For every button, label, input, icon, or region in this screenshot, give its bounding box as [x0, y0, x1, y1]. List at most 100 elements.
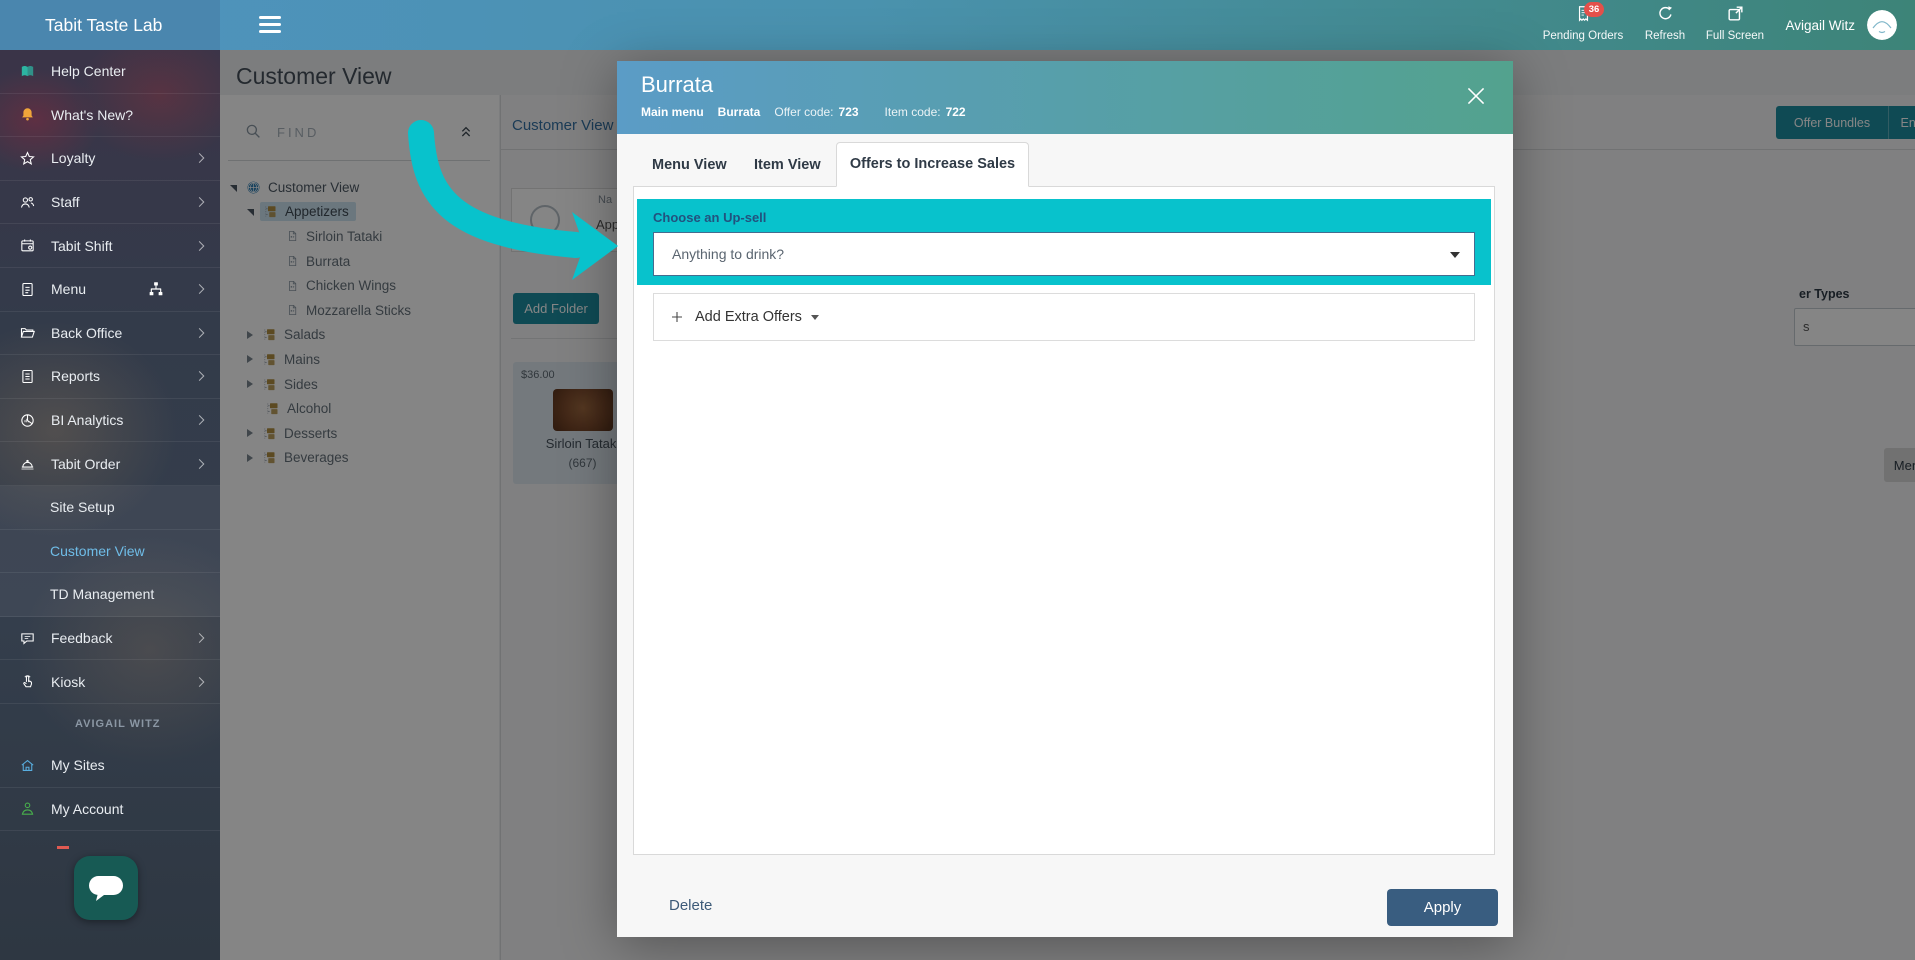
sidebar-item-label: My Account [51, 800, 124, 817]
sidebar-item-label: Kiosk [51, 673, 86, 690]
breadcrumb-root: Main menu [641, 105, 704, 119]
user-name: Avigail Witz [1785, 17, 1855, 33]
sidebar-item-reports[interactable]: Reports [0, 355, 220, 399]
sidebar-item-label: What's New? [51, 106, 134, 123]
breadcrumb-item: Burrata [717, 105, 761, 119]
top-header: Tabit Taste Lab 36 Pending Orders Refres… [0, 0, 1915, 50]
chevron-right-icon [194, 240, 205, 251]
chevron-right-icon [194, 197, 205, 208]
refresh-icon [1656, 4, 1675, 23]
chat-launcher-button[interactable] [74, 856, 138, 920]
menuboard-icon [19, 281, 36, 298]
sidebar-item-label: BI Analytics [51, 412, 124, 429]
offer-code: Offer code: 723 [774, 105, 859, 119]
chevron-down-icon [1450, 252, 1460, 258]
apply-button[interactable]: Apply [1387, 889, 1498, 926]
item-code: Item code: 722 [884, 105, 966, 119]
sidebar-item-my-account[interactable]: My Account [0, 788, 220, 832]
pending-orders-badge: 36 [1584, 2, 1604, 17]
sidebar-section-label: AVIGAIL WITZ [0, 704, 220, 744]
sidebar-item-label: Loyalty [51, 150, 96, 167]
dialog-header: Burrata Main menu Burrata Offer code: 723… [617, 61, 1513, 134]
add-extra-offers-button[interactable]: Add Extra Offers [653, 293, 1475, 341]
sidebar-item-label: Feedback [51, 630, 113, 647]
cloche-icon [19, 455, 36, 472]
offers-tab-panel: Choose an Up-sell Anything to drink? Add… [633, 186, 1495, 855]
sidebar-item-td-management[interactable]: TD Management [0, 573, 220, 617]
item-dialog: Burrata Main menu Burrata Offer code: 723… [617, 61, 1513, 937]
sidebar-item-label: My Sites [51, 757, 105, 774]
refresh-button[interactable]: Refresh [1639, 4, 1691, 42]
sidebar-item-label: AVIGAIL WITZ [75, 717, 161, 730]
sidebar-item-my-sites[interactable]: My Sites [0, 744, 220, 788]
sidebar-item-kiosk[interactable]: Kiosk [0, 660, 220, 704]
bell-icon [19, 106, 36, 123]
sidebar-item-label: Reports [51, 368, 101, 385]
sidebar-item-help-center[interactable]: Help Center [0, 50, 220, 94]
dialog-title: Burrata [641, 72, 714, 97]
plus-icon [669, 309, 685, 325]
tab-menu-view[interactable]: Menu View [652, 157, 727, 173]
delete-button[interactable]: Delete [669, 897, 712, 914]
app-root: Tabit Taste Lab 36 Pending Orders Refres… [0, 0, 1915, 960]
upsell-select[interactable]: Anything to drink? [653, 232, 1475, 276]
people-icon [19, 194, 36, 211]
avatar-face-icon [1867, 10, 1897, 40]
fullscreen-icon [1726, 4, 1745, 23]
pending-orders-button[interactable]: 36 Pending Orders [1541, 2, 1625, 42]
chevron-right-icon [194, 676, 205, 687]
sidebar-item-tabit-order[interactable]: Tabit Order [0, 442, 220, 486]
sidebar-item-label: Help Center [51, 63, 126, 80]
sidebar-item-customer-view[interactable]: Customer View [0, 529, 220, 574]
sidebar-item-loyalty[interactable]: Loyalty [0, 137, 220, 181]
close-button[interactable] [1463, 83, 1491, 111]
hamburger-menu-icon[interactable] [259, 16, 281, 34]
sidebar-item-label: Tabit Shift [51, 237, 113, 254]
sidebar-item-label: Customer View [50, 542, 145, 559]
chevron-right-icon [194, 633, 205, 643]
sidebar-partial-item [57, 846, 69, 849]
book-icon [19, 63, 36, 80]
person-icon [19, 800, 36, 817]
sidebar: Help Center What's New? Loyalty Staff Tabit … [0, 50, 220, 960]
home-icon [19, 757, 36, 774]
close-icon [1463, 83, 1489, 109]
bubble-icon [19, 630, 36, 647]
tab-item-view[interactable]: Item View [754, 157, 821, 173]
brand-title: Tabit Taste Lab [0, 0, 220, 50]
full-screen-button[interactable]: Full Screen [1701, 4, 1769, 42]
chat-bubble-icon [89, 876, 123, 901]
sidebar-item-bi-analytics[interactable]: BI Analytics [0, 399, 220, 443]
chevron-right-icon [194, 458, 205, 469]
touch-icon [19, 673, 36, 690]
sidebar-item-staff[interactable]: Staff [0, 181, 220, 225]
breadcrumb: Main menu Burrata Offer code: 723 Item co… [641, 105, 992, 119]
sidebar-item-tabit-shift[interactable]: Tabit Shift [0, 224, 220, 268]
chevron-right-icon [194, 327, 205, 338]
sidebar-item-label: Tabit Order [51, 455, 121, 472]
pie-icon [19, 412, 36, 429]
sidebar-item-label: TD Management [50, 586, 155, 603]
sidebar-item-menu[interactable]: Menu [0, 268, 220, 312]
calendar-icon [19, 237, 36, 254]
avatar [1867, 10, 1897, 40]
sidebar-item-feedback[interactable]: Feedback [0, 617, 220, 661]
sidebar-item-label: Staff [51, 194, 80, 211]
chevron-right-icon [194, 415, 205, 425]
tab-offers-to-increase-sales[interactable]: Offers to Increase Sales [836, 142, 1029, 187]
chevron-right-icon [194, 371, 205, 382]
sidebar-item-label: Site Setup [50, 499, 115, 516]
chevron-right-icon [194, 284, 205, 295]
caret-down-icon [810, 314, 819, 320]
sidebar-item-label: Menu [51, 281, 87, 298]
sidebar-item-what-s-new[interactable]: What's New? [0, 94, 220, 138]
star-icon [19, 150, 36, 167]
sidebar-item-site-setup[interactable]: Site Setup [0, 485, 220, 530]
sidebar-nav: Help Center What's New? Loyalty Staff Tabit … [0, 50, 220, 832]
upsell-select-value: Anything to drink? [672, 246, 785, 262]
upsell-highlight-box: Choose an Up-sell Anything to drink? [637, 199, 1491, 285]
sidebar-item-back-office[interactable]: Back Office [0, 312, 220, 356]
chevron-right-icon [194, 153, 205, 164]
user-menu[interactable]: Avigail Witz [1785, 10, 1897, 40]
folder-icon [19, 324, 36, 341]
